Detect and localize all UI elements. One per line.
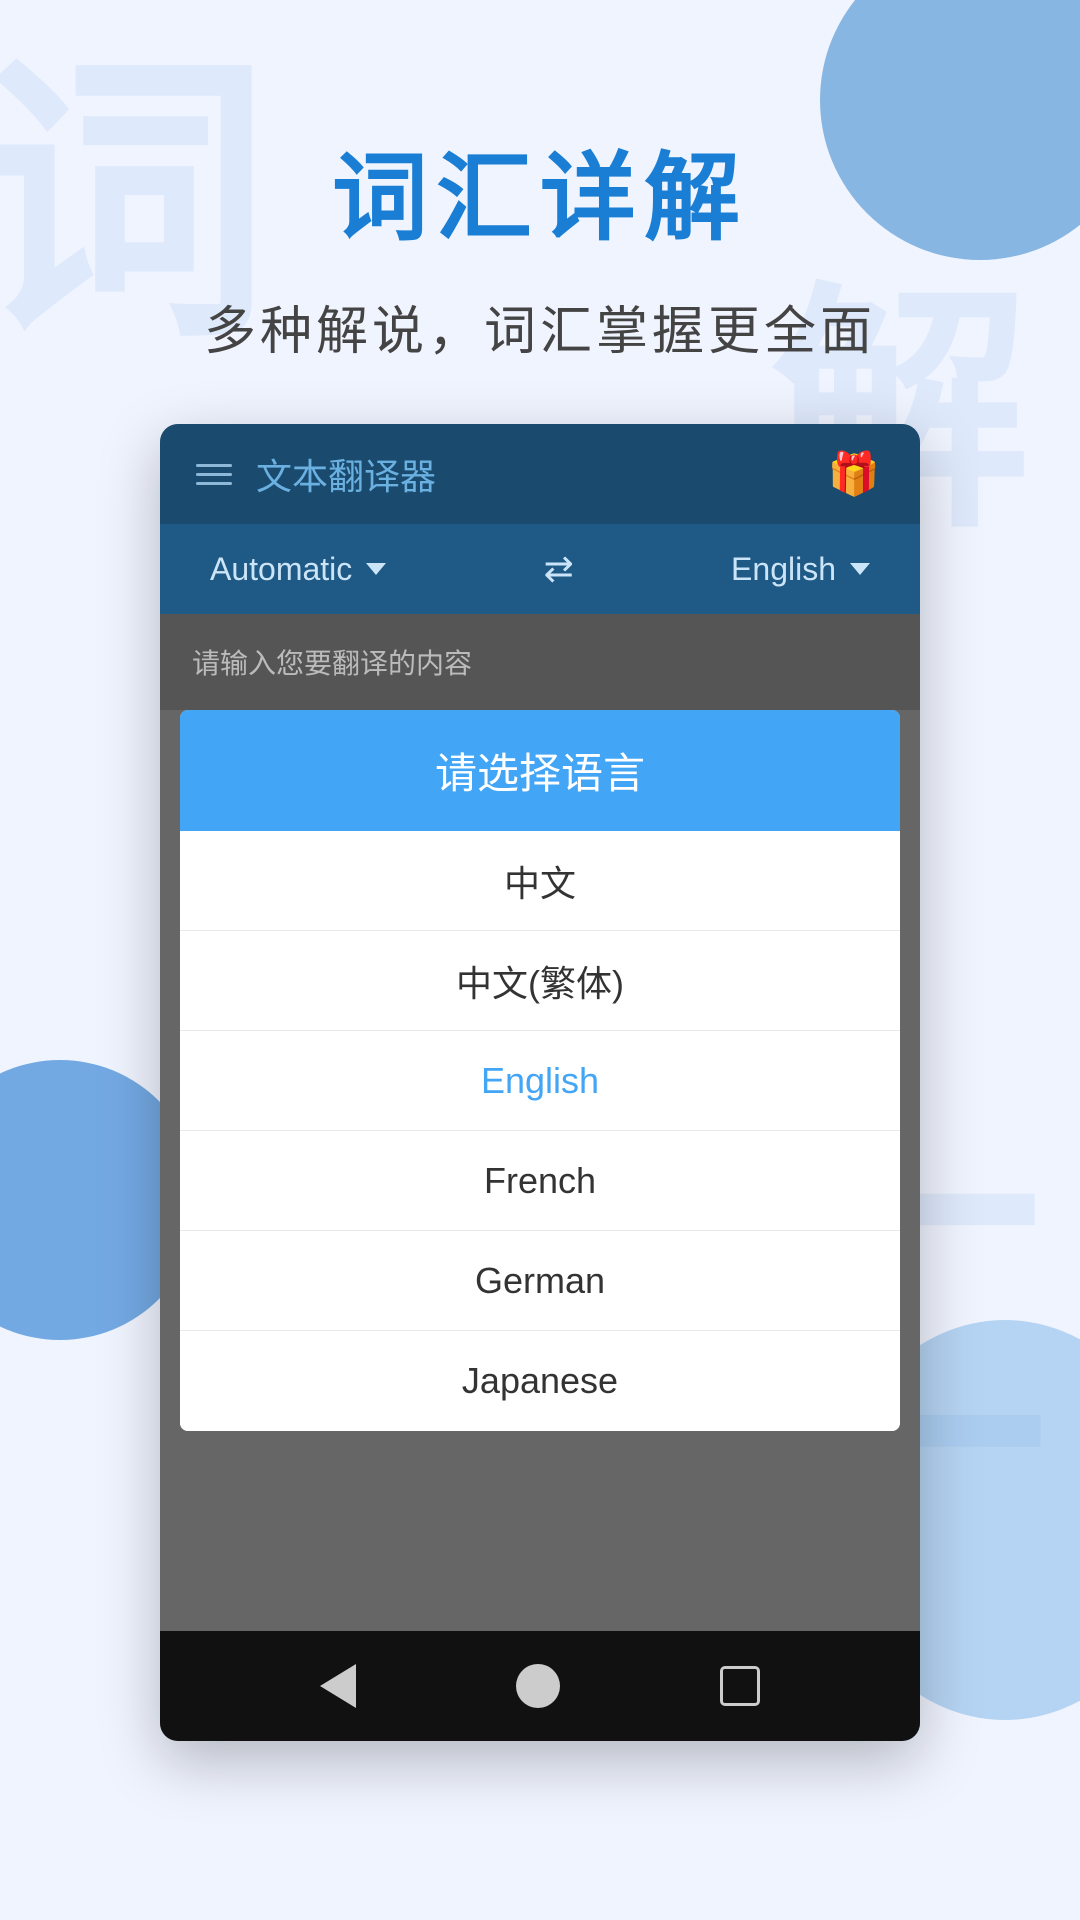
dialog-language-item[interactable]: 中文(繁体)	[180, 931, 900, 1031]
hero-subtitle: 多种解说，词汇掌握更全面	[204, 289, 876, 364]
back-nav-icon	[320, 1664, 356, 1708]
dialog-language-item-text: English	[481, 1060, 599, 1102]
dialog-language-item[interactable]: 中文	[180, 831, 900, 931]
gray-background-area	[160, 1431, 920, 1631]
app-mockup: 文本翻译器 🎁 Automatic ⇄ English 请输入您要翻译的内容	[160, 424, 920, 1741]
target-lang-dropdown-arrow	[850, 563, 870, 575]
lang-selector-bar: Automatic ⇄ English	[160, 524, 920, 614]
dialog-header: 请选择语言	[180, 710, 900, 831]
source-lang-dropdown-arrow	[366, 563, 386, 575]
dialog-language-item[interactable]: French	[180, 1131, 900, 1231]
dialog-language-item-text: French	[484, 1160, 596, 1202]
app-bottom-nav	[160, 1631, 920, 1741]
dialog-language-item-text: German	[475, 1260, 605, 1302]
app-body: 请输入您要翻译的内容 请选择语言 中文中文(繁体) English French Ge…	[160, 614, 920, 1631]
dialog-language-item[interactable]: German	[180, 1231, 900, 1331]
page-content: 词汇详解 多种解说，词汇掌握更全面 文本翻译器 🎁 Automatic ⇄	[0, 0, 1080, 1741]
source-lang-label: Automatic	[210, 551, 352, 588]
swap-languages-button[interactable]: ⇄	[544, 548, 574, 590]
source-lang-button[interactable]: Automatic	[210, 551, 386, 588]
back-nav-button[interactable]	[320, 1664, 356, 1708]
dialog-language-item-text: Japanese	[462, 1360, 618, 1402]
hamburger-menu-icon[interactable]	[196, 464, 232, 485]
home-nav-icon	[516, 1664, 560, 1708]
header-left: 文本翻译器	[196, 448, 436, 500]
dialog-language-item-text: 中文	[504, 855, 576, 907]
home-nav-button[interactable]	[516, 1664, 560, 1708]
dialog-language-item-text: 中文(繁体)	[456, 955, 624, 1007]
target-lang-label: English	[731, 551, 836, 588]
dialog-language-item[interactable]: Japanese	[180, 1331, 900, 1431]
dialog-language-item[interactable]: English	[180, 1031, 900, 1131]
gift-icon[interactable]: 🎁	[824, 444, 884, 504]
app-header: 文本翻译器 🎁	[160, 424, 920, 524]
recent-nav-icon	[720, 1666, 760, 1706]
dialog-header-text: 请选择语言	[435, 750, 645, 797]
dialog-language-list: 中文中文(繁体) English French German Japanese	[180, 831, 900, 1431]
hamburger-line-1	[196, 464, 232, 467]
hero-title: 词汇详解	[332, 120, 748, 259]
language-dialog-overlay: 请选择语言 中文中文(繁体) English French German Japanes…	[160, 710, 920, 1431]
target-lang-button[interactable]: English	[731, 551, 870, 588]
input-placeholder-text: 请输入您要翻译的内容	[192, 648, 472, 679]
language-dialog: 请选择语言 中文中文(繁体) English French German Japanes…	[180, 710, 900, 1431]
hamburger-line-2	[196, 473, 232, 476]
hero-section: 词汇详解 多种解说，词汇掌握更全面	[204, 0, 876, 424]
translation-input-area[interactable]: 请输入您要翻译的内容	[160, 614, 920, 710]
hamburger-line-3	[196, 482, 232, 485]
recent-nav-button[interactable]	[720, 1666, 760, 1706]
app-header-title: 文本翻译器	[256, 448, 436, 500]
